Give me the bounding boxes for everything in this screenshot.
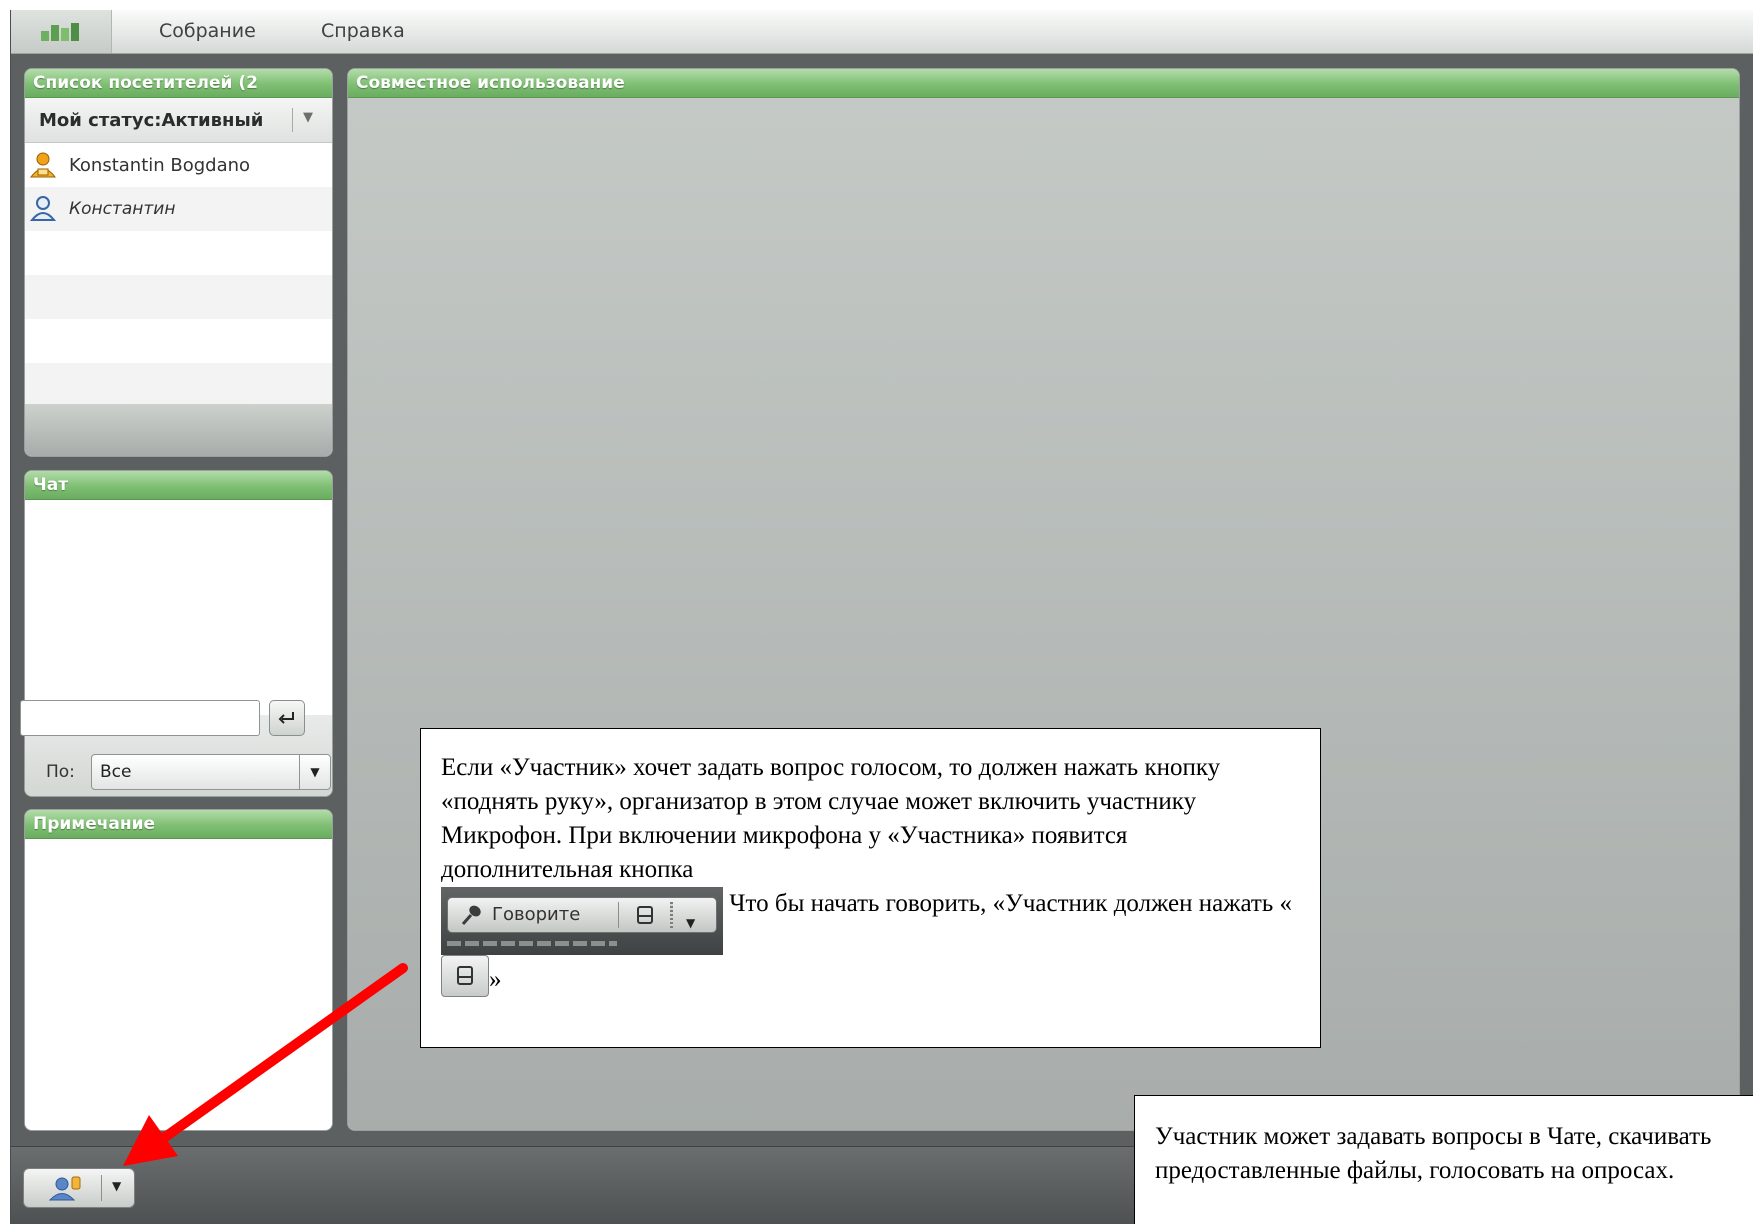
chevron-down-icon[interactable]: ▼	[303, 110, 313, 125]
chat-message-input[interactable]	[20, 700, 260, 736]
notes-panel-header: Примечание	[25, 810, 332, 839]
attendee-list-footer	[25, 404, 332, 456]
talk-button: Говорите ▼	[447, 897, 717, 933]
microphone-icon	[461, 905, 481, 925]
menu-item-help[interactable]: Справка	[321, 20, 405, 42]
chevron-down-icon[interactable]: ▼	[112, 1179, 121, 1193]
logo-icon	[41, 22, 79, 41]
attendee-row[interactable]: Konstantin Bogdano	[25, 143, 332, 187]
raise-hand-callout: Если «Участник» хочет задать вопрос голо…	[420, 728, 1321, 1048]
menu-bar: Собрание Справка	[11, 10, 1753, 54]
menu-item-meeting[interactable]: Собрание	[159, 20, 256, 42]
notes-text-area[interactable]	[25, 839, 332, 1130]
chat-panel: Чат	[25, 471, 332, 796]
lock-mic-icon	[457, 966, 473, 985]
chat-callout-text: Участник может задавать вопросы в Чате, …	[1155, 1123, 1712, 1184]
chat-callout: Участник может задавать вопросы в Чате, …	[1134, 1095, 1753, 1224]
chat-panel-header: Чат	[25, 471, 332, 500]
talk-button-label: Говорите	[492, 904, 581, 925]
empty-row	[25, 231, 332, 275]
attendee-row[interactable]: Константин	[25, 187, 332, 231]
chat-recipient-value: Все	[100, 762, 132, 782]
empty-row	[25, 275, 332, 319]
share-panel-header: Совместное использование	[348, 69, 1739, 98]
status-separator	[292, 108, 293, 132]
host-user-icon	[29, 152, 57, 178]
my-status-dropdown[interactable]: Мой статус:Активный ▼	[25, 98, 332, 143]
chat-to-label: По:	[46, 762, 75, 782]
empty-row	[25, 363, 332, 407]
chat-messages-area	[25, 500, 332, 715]
attendee-list-header: Список посетителей (2	[25, 69, 332, 98]
raise-hand-separator	[101, 1175, 102, 1201]
raise-hand-icon	[48, 1176, 81, 1201]
chat-send-button[interactable]	[269, 700, 305, 736]
attendee-name: Konstantin Bogdano	[69, 154, 251, 176]
app-logo	[11, 10, 112, 53]
attendee-name: Константин	[69, 199, 176, 219]
raise-hand-callout-text: Что бы начать говорить, «Участник должен…	[723, 890, 1293, 917]
meeting-app-window: Собрание Справка Список посетителей (2 М…	[10, 10, 1753, 1224]
talk-separator-grip	[670, 902, 673, 928]
talk-lock-button-image	[441, 955, 489, 997]
lock-mic-icon	[637, 906, 653, 924]
my-status-text: Мой статус:Активный	[39, 109, 264, 131]
talk-separator	[618, 902, 619, 928]
chat-recipient-select[interactable]: Все ▼	[91, 754, 331, 790]
enter-icon	[278, 712, 294, 724]
talk-control-image: Говорите ▼	[441, 887, 723, 955]
chevron-down-icon[interactable]: ▼	[299, 755, 330, 789]
audio-level-meter	[447, 941, 617, 946]
raise-hand-callout-text: »	[489, 966, 502, 993]
notes-panel: Примечание	[25, 810, 332, 1130]
chevron-down-icon: ▼	[686, 916, 696, 930]
raise-hand-callout-text: Если «Участник» хочет задать вопрос голо…	[441, 754, 1221, 883]
empty-row	[25, 319, 332, 363]
attendee-list-panel: Список посетителей (2 Мой статус:Активны…	[25, 69, 332, 456]
raise-hand-button[interactable]: ▼	[23, 1168, 135, 1208]
participant-user-icon	[29, 196, 57, 221]
